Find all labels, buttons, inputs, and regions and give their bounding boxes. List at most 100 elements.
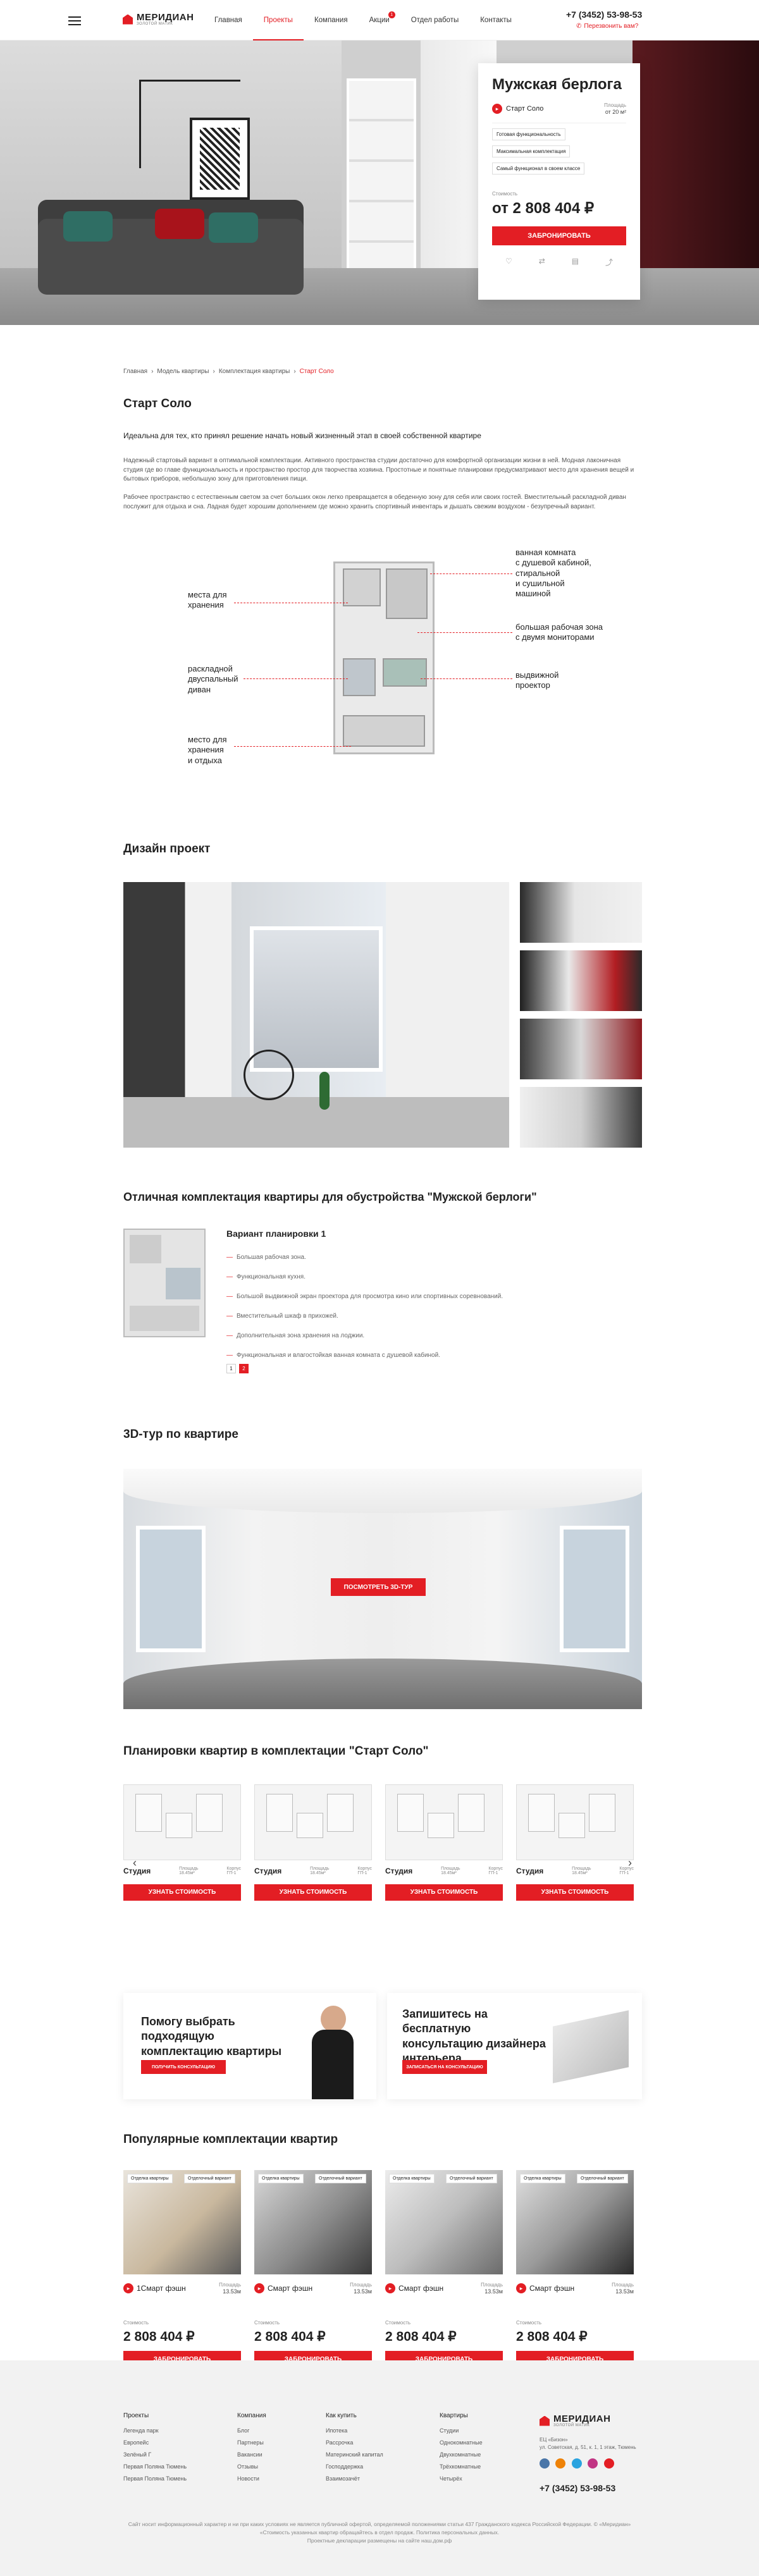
popular-card: Отделка квартиры Отделочный вариант ▸ Смарт… [254, 2170, 372, 2369]
plan-meta: Студия Площадь 18.45м² Корпус ГП-1 [123, 1867, 241, 1875]
plan-image[interactable] [385, 1784, 503, 1860]
crumb-model[interactable]: Модель квартиры [157, 368, 209, 375]
footer-link[interactable]: Двухкомнатные [440, 2449, 483, 2461]
popular-row: ▸ Смарт фэшн Площадь 13.53м [385, 2282, 503, 2295]
plan-room [297, 1813, 323, 1838]
popular-image[interactable]: Отделка квартиры Отделочный вариант [254, 2170, 372, 2274]
design-main-photo[interactable] [123, 882, 509, 1148]
popular-price: 2 808 404 ₽ [123, 2329, 195, 2345]
nav-home[interactable]: Главная [204, 0, 253, 40]
popular-tag: Отделка квартиры [127, 2174, 173, 2183]
pillow-teal [63, 211, 113, 242]
footer-col-title[interactable]: Компания [237, 2409, 266, 2422]
popular-area: Площадь 13.53м [350, 2282, 372, 2295]
popular-price: 2 808 404 ₽ [385, 2329, 457, 2345]
price-button[interactable]: УЗНАТЬ СТОИМОСТЬ [123, 1884, 241, 1901]
popular-image[interactable]: Отделка квартиры Отделочный вариант [516, 2170, 634, 2274]
footer-link[interactable]: Материнский капитал [326, 2449, 383, 2461]
footer-link[interactable]: Легенда парк [123, 2425, 187, 2437]
plan-area-label: Площадь [441, 1867, 460, 1871]
youtube-icon[interactable] [603, 2458, 614, 2469]
telegram-icon[interactable] [571, 2458, 582, 2469]
site-header: МЕРИДИАН ЗОЛОТОЙ МАТИК Главная Проекты Ко… [0, 0, 759, 40]
print-icon[interactable]: ▤ [572, 257, 579, 267]
footer-link[interactable]: Новости [237, 2473, 266, 2485]
footer-col-title[interactable]: Как купить [326, 2409, 383, 2422]
crumb-home[interactable]: Главная [123, 368, 147, 375]
pillow-red [155, 209, 204, 239]
plan-image[interactable] [516, 1784, 634, 1860]
plan-room [428, 1813, 454, 1838]
price-button[interactable]: УЗНАТЬ СТОИМОСТЬ [516, 1884, 634, 1901]
promo-right-button[interactable]: ЗАПИСАТЬСЯ НА КОНСУЛЬТАЦИЮ [402, 2060, 487, 2074]
footer-link[interactable]: Зелёный Г [123, 2449, 187, 2461]
share-icon[interactable]: ⤴ [605, 257, 613, 267]
popular-name-wrap: ▸ Смарт фэшн [254, 2283, 312, 2294]
footer-link[interactable]: Партнеры [237, 2437, 266, 2449]
footer-link[interactable]: Четырёх [440, 2473, 483, 2485]
footer-link[interactable]: Ипотека [326, 2425, 383, 2437]
footer-phone[interactable]: +7 (3452) 53-98-53 [540, 2483, 615, 2493]
variant-page-2[interactable]: 2 [239, 1364, 249, 1373]
intro-lead: Идеальна для тех, кто принял решение нач… [123, 431, 481, 440]
footer-link[interactable]: Господдержка [326, 2461, 383, 2473]
logo[interactable]: МЕРИДИАН ЗОЛОТОЙ МАТИК [123, 13, 194, 26]
plan-meta: Студия Площадь 18.45м² Корпус ГП-1 [516, 1867, 634, 1875]
popular-area-label: Площадь [219, 2282, 241, 2288]
popular-name: Смарт фэшн [398, 2284, 444, 2293]
footer-link[interactable]: Отзывы [237, 2461, 266, 2473]
footer-col-title[interactable]: Квартиры [440, 2409, 483, 2422]
callback-link[interactable]: ✆ Перезвонить вам? [576, 23, 638, 30]
footer-link[interactable]: Первая Поляна Тюмень [123, 2473, 187, 2485]
nav-projects[interactable]: Проекты [252, 0, 304, 40]
tour-button[interactable]: ПОСМОТРЕТЬ 3D-тур [331, 1578, 426, 1596]
variant-page-1[interactable]: 1 [226, 1364, 236, 1373]
header-phone[interactable]: +7 (3452) 53-98-53 [566, 9, 642, 20]
nav-company[interactable]: Компания [304, 0, 359, 40]
footer-link[interactable]: Европейс [123, 2437, 187, 2449]
popular-image[interactable]: Отделка квартиры Отделочный вариант [385, 2170, 503, 2274]
footer-link[interactable]: Однокомнатные [440, 2437, 483, 2449]
footer-link[interactable]: Первая Поляна Тюмень [123, 2461, 187, 2473]
nav-works[interactable]: Отдел работы [400, 0, 470, 40]
ok-icon[interactable] [555, 2458, 566, 2469]
footer-logo[interactable]: МЕРИДИАН ЗОЛОТОЙ МАТИК [540, 2414, 610, 2427]
footer-link[interactable]: Студии [440, 2425, 483, 2437]
price-button[interactable]: УЗНАТЬ СТОИМОСТЬ [385, 1884, 503, 1901]
nav-contacts[interactable]: Контакты [469, 0, 522, 40]
instagram-icon[interactable] [588, 2458, 598, 2469]
heart-icon[interactable]: ♡ [505, 257, 512, 267]
footer-link[interactable]: Взаимозачёт [326, 2473, 383, 2485]
design-thumb[interactable] [520, 950, 642, 1011]
popular-image[interactable]: Отделка квартиры Отделочный вариант [123, 2170, 241, 2274]
footer-link[interactable]: Блог [237, 2425, 266, 2437]
popular-area-value: 13.53м [223, 2288, 241, 2295]
menu-icon[interactable] [68, 16, 81, 25]
footer-link[interactable]: Трёхкомнатные [440, 2461, 483, 2473]
variant-plan [123, 1229, 206, 1337]
social-links [540, 2458, 617, 2472]
plan-image[interactable] [254, 1784, 372, 1860]
promo-left-button[interactable]: ПОЛУЧИТЬ КОНСУЛЬТАЦИЮ [141, 2060, 226, 2074]
tour-panorama[interactable]: ПОСМОТРЕТЬ 3D-тур [123, 1469, 642, 1709]
footer-col-title[interactable]: Проекты [123, 2409, 187, 2422]
footer-col: Квартиры Студии Однокомнатные Двухкомнатные… [440, 2409, 483, 2484]
footer-link[interactable]: Рассрочка [326, 2437, 383, 2449]
popular-name: 1Смарт фэшн [137, 2284, 186, 2293]
design-thumb[interactable] [520, 1087, 642, 1148]
footer-col: Проекты Легенда парк Европейс Зелёный Г Перв… [123, 2409, 187, 2484]
price-button[interactable]: УЗНАТЬ СТОИМОСТЬ [254, 1884, 372, 1901]
popular-tag: Отделочный вариант [315, 2174, 366, 2183]
crumb-pack[interactable]: Комплектация квартиры [219, 368, 290, 375]
vk-icon[interactable] [540, 2458, 550, 2469]
book-button[interactable]: ЗАБРОНИРОВАТЬ [492, 226, 626, 246]
wall-lamp [139, 80, 240, 82]
compare-icon[interactable]: ⇄ [539, 257, 545, 267]
nav-promo[interactable]: Акции 1 [359, 0, 400, 40]
footer-link[interactable]: Вакансии [237, 2449, 266, 2461]
design-thumb[interactable] [520, 1019, 642, 1079]
plan-image[interactable] [123, 1784, 241, 1860]
design-thumb[interactable] [520, 882, 642, 943]
hero-section: Мужская берлога ▸ Старт Соло Площадь от 20… [0, 40, 759, 325]
promo-left-title: Помогу выбрать подходящую комплектацию к… [141, 2015, 282, 2058]
